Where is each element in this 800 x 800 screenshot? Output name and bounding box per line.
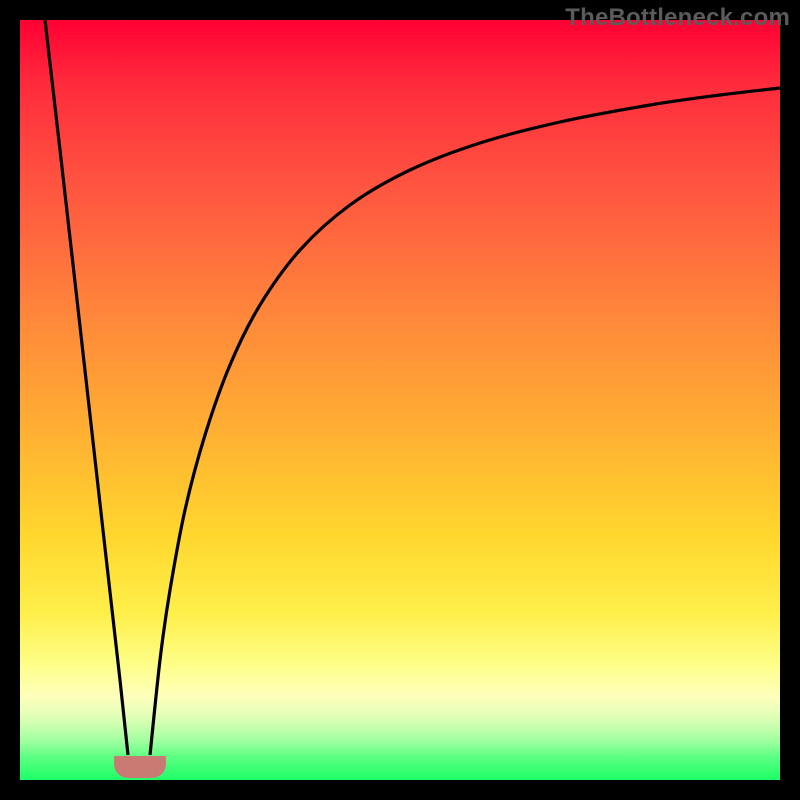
curve-layer [20, 20, 780, 780]
curve-right-segment [150, 88, 780, 755]
chart-frame: TheBottleneck.com [0, 0, 800, 800]
minimum-marker [114, 756, 166, 778]
plot-area [20, 20, 780, 780]
watermark-text: TheBottleneck.com [565, 4, 790, 32]
curve-left-segment [45, 20, 128, 755]
